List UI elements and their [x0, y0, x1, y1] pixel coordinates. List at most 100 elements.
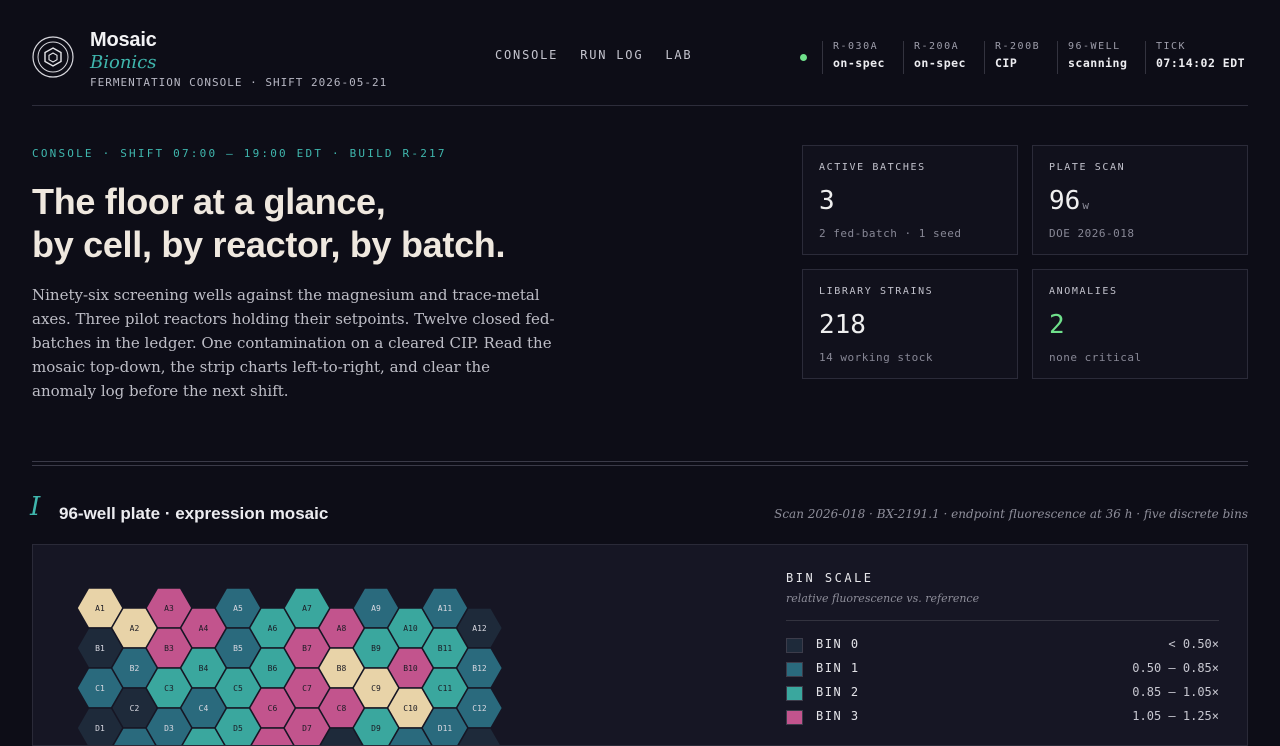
- well-label: D5: [233, 724, 243, 733]
- well-label: D12: [472, 744, 487, 745]
- bin-range: 1.05 — 1.25×: [1132, 709, 1219, 723]
- well-label: A6: [268, 624, 278, 633]
- bin-range: < 0.50×: [1168, 637, 1219, 651]
- status-96well: 96-WELL scanning: [1057, 41, 1127, 74]
- status-value: scanning: [1068, 56, 1128, 70]
- status-value: on-spec: [914, 56, 966, 70]
- well-label: D3: [164, 724, 174, 733]
- bin-range: 0.50 — 0.85×: [1132, 661, 1219, 675]
- brand-meta: FERMENTATION CONSOLE · SHIFT 2026-05-21: [90, 76, 388, 89]
- bin-row-3: BIN 3 1.05 — 1.25×: [786, 709, 1219, 729]
- well-label: C1: [95, 684, 105, 693]
- bin-label: BIN 3: [816, 709, 860, 723]
- well-label: D10: [403, 744, 418, 745]
- card-value: 2: [1049, 310, 1065, 340]
- bin-label: BIN 2: [816, 685, 860, 699]
- well-label: D8: [337, 744, 347, 745]
- well-label: B4: [199, 664, 209, 673]
- well-label: B6: [268, 664, 278, 673]
- section-divider: [32, 461, 1248, 466]
- well-label: B9: [371, 644, 381, 653]
- status-key: 96-WELL: [1068, 41, 1121, 52]
- card-label: ACTIVE BATCHES: [819, 162, 926, 173]
- well-label: A10: [403, 624, 418, 633]
- card-active-batches: ACTIVE BATCHES 3 2 fed-batch · 1 seed: [802, 145, 1018, 255]
- well-label: D4: [199, 744, 209, 745]
- bin-scale-subtitle: relative fluorescence vs. reference: [786, 592, 980, 605]
- brand-name: Mosaic: [90, 29, 157, 51]
- card-library-strains: LIBRARY STRAINS 218 14 working stock: [802, 269, 1018, 379]
- bin-row-1: BIN 1 0.50 — 0.85×: [786, 661, 1219, 681]
- nav-console[interactable]: CONSOLE: [495, 48, 558, 62]
- well-label: B2: [130, 664, 140, 673]
- card-label: ANOMALIES: [1049, 286, 1118, 297]
- status-value: on-spec: [833, 56, 885, 70]
- well-label: C3: [164, 684, 174, 693]
- card-plate-scan: PLATE SCAN 96 w DOE 2026-018: [1032, 145, 1248, 255]
- section-title: 96-well plate · expression mosaic: [59, 504, 329, 523]
- plate-mosaic: A1 A2 A3 A4 A5 A6 A7 A8 A9 A10 A11 A12 B1 B2 B3 B4 B5 B6 B…: [76, 587, 504, 745]
- well-label: A12: [472, 624, 487, 633]
- bin-swatch: [786, 638, 803, 653]
- bin-label: BIN 0: [816, 637, 860, 651]
- bin-scale-title: BIN SCALE: [786, 571, 874, 585]
- status-r200b: R-200B CIP: [984, 41, 1040, 74]
- status-tick: TICK 07:14:02 EDT: [1145, 41, 1245, 74]
- bin-swatch: [786, 686, 803, 701]
- intro-eyebrow: CONSOLE · SHIFT 07:00 — 19:00 EDT · BUIL…: [32, 147, 447, 160]
- status-value: CIP: [995, 56, 1018, 70]
- well-label: C5: [233, 684, 243, 693]
- well-label: B5: [233, 644, 243, 653]
- bin-range: 0.85 — 1.05×: [1132, 685, 1219, 699]
- card-value: 218: [819, 310, 866, 340]
- well-label: C7: [302, 684, 312, 693]
- well-label: A8: [337, 624, 347, 633]
- well-label: A11: [438, 604, 453, 613]
- card-sub: DOE 2026-018: [1049, 227, 1135, 240]
- bin-row-0: BIN 0 < 0.50×: [786, 637, 1219, 657]
- status-r030a: R-030A on-spec: [822, 41, 885, 74]
- brand-subtitle: Bionics: [90, 52, 157, 73]
- well-label: D1: [95, 724, 105, 733]
- well-label: B3: [164, 644, 174, 653]
- main-nav: CONSOLE RUN LOG LAB: [495, 48, 692, 62]
- bin-scale-rule: [786, 620, 1219, 621]
- card-label: PLATE SCAN: [1049, 162, 1126, 173]
- well-label: C6: [268, 704, 278, 713]
- well-label: A1: [95, 604, 105, 613]
- well-label: C4: [199, 704, 209, 713]
- well-label: A5: [233, 604, 243, 613]
- well-label: C11: [438, 684, 453, 693]
- card-sub: 2 fed-batch · 1 seed: [819, 227, 962, 240]
- section-meta: Scan 2026-018 · BX-2191.1 · endpoint flu…: [774, 507, 1248, 521]
- headline-line-1: The floor at a glance,: [32, 181, 386, 222]
- status-key: R-200B: [995, 41, 1041, 52]
- bin-row-2: BIN 2 0.85 — 1.05×: [786, 685, 1219, 705]
- card-sub: none critical: [1049, 351, 1142, 364]
- plate-panel: A1 A2 A3 A4 A5 A6 A7 A8 A9 A10 A11 A12 B1 B2 B3 B4 B5 B6 B…: [32, 544, 1248, 746]
- intro-lede: Ninety-six screening wells against the m…: [32, 286, 555, 400]
- headline-line-2: by cell, by reactor, by batch.: [32, 224, 506, 265]
- section-number: I: [30, 492, 41, 522]
- card-value-wrap: 96 w: [1049, 186, 1089, 216]
- card-label: LIBRARY STRAINS: [819, 286, 934, 297]
- top-header: Mosaic Bionics FERMENTATION CONSOLE · SH…: [32, 0, 1248, 106]
- well-label: B10: [403, 664, 418, 673]
- status-key: TICK: [1156, 41, 1187, 52]
- card-value: 96: [1049, 186, 1081, 216]
- card-value: 3: [819, 186, 835, 216]
- well-label: D11: [438, 724, 453, 733]
- well-label: B1: [95, 644, 105, 653]
- status-value: 07:14:02 EDT: [1156, 56, 1246, 70]
- well-label: C12: [472, 704, 487, 713]
- nav-lab[interactable]: LAB: [665, 48, 692, 62]
- well-label: A9: [371, 604, 381, 613]
- card-sub: 14 working stock: [819, 351, 933, 364]
- well-label: B8: [337, 664, 347, 673]
- nav-run-log[interactable]: RUN LOG: [580, 48, 643, 62]
- card-unit: w: [1082, 199, 1089, 212]
- well-label: D9: [371, 724, 381, 733]
- well-label: C2: [130, 704, 140, 713]
- live-status-dot: [800, 54, 807, 61]
- intro-headline: The floor at a glance, by cell, by react…: [32, 180, 505, 266]
